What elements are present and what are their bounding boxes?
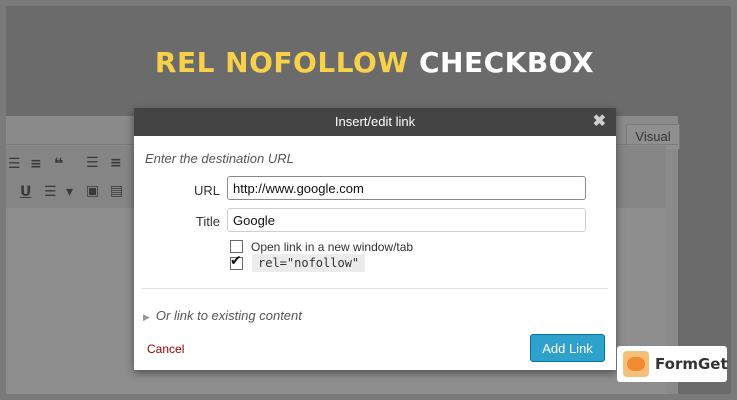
banner-title-highlight: REL NOFOLLOW	[154, 46, 409, 79]
formget-mascot-icon	[623, 351, 649, 377]
dialog-header: Insert/edit link ✖	[134, 108, 616, 136]
banner-title: REL NOFOLLOW CHECKBOX	[6, 46, 731, 79]
align-right-icon[interactable]: ≡	[110, 155, 122, 171]
logo-text: FormGet	[655, 355, 728, 373]
align-center-icon[interactable]: ☰	[86, 155, 99, 171]
image-frame: REL NOFOLLOW CHECKBOX Visual ☰ ≡ ❝ ☰ ≡ U…	[6, 6, 731, 394]
url-label: URL	[193, 183, 220, 198]
new-window-label: Open link in a new window/tab	[251, 240, 414, 254]
url-input[interactable]	[227, 176, 586, 200]
underline-icon[interactable]: U	[20, 184, 31, 200]
banner-title-rest: CHECKBOX	[418, 46, 595, 79]
dialog-footer: Cancel Add Link	[134, 322, 616, 370]
justify-icon[interactable]: ☰	[44, 184, 57, 200]
url-instruction: Enter the destination URL	[145, 151, 294, 166]
dialog-title: Insert/edit link	[334, 114, 416, 129]
nofollow-checkbox[interactable]: ✔	[230, 253, 243, 270]
numbered-list-icon[interactable]: ≡	[30, 156, 42, 172]
checkmark-icon: ✔	[230, 253, 242, 269]
paste-text-icon[interactable]: ▣	[86, 183, 99, 199]
text-color-icon[interactable]: ▾	[66, 184, 73, 200]
blockquote-icon[interactable]: ❝	[54, 154, 63, 173]
title-label: Title	[195, 214, 220, 229]
insert-link-dialog: Insert/edit link ✖ Enter the destination…	[134, 108, 616, 370]
cancel-link[interactable]: Cancel	[147, 342, 184, 356]
dialog-divider	[142, 288, 608, 289]
formget-logo: FormGet	[617, 346, 728, 382]
bullet-list-icon[interactable]: ☰	[8, 156, 21, 172]
nofollow-label: rel="nofollow"	[252, 254, 366, 272]
close-icon[interactable]: ✖	[593, 108, 606, 136]
title-input[interactable]	[227, 208, 586, 232]
existing-content-label: Or link to existing content	[155, 308, 302, 323]
paste-word-icon[interactable]: ▤	[110, 183, 123, 199]
triangle-right-icon: ▶	[143, 312, 150, 322]
new-window-checkbox[interactable]	[230, 240, 243, 253]
existing-content-toggle[interactable]: ▶ Or link to existing content	[143, 308, 302, 323]
add-link-button[interactable]: Add Link	[530, 334, 605, 362]
